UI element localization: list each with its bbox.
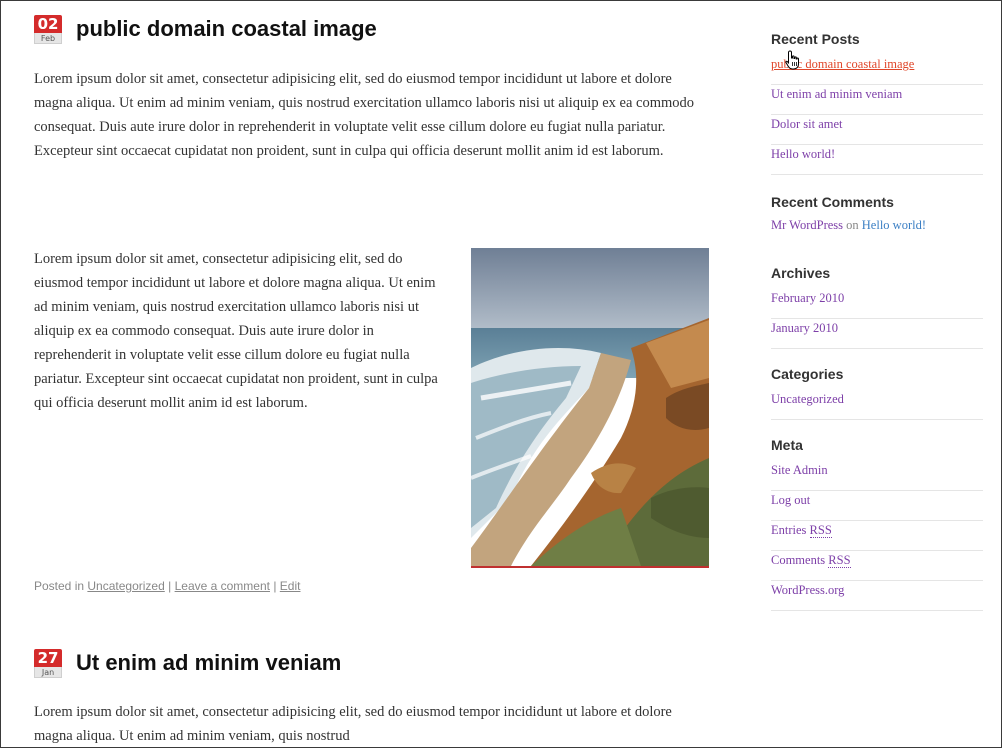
comments-rss-link[interactable]: Comments RSS [771,553,851,568]
date-badge: 02 Feb [34,15,64,44]
post-paragraph: Lorem ipsum dolor sit amet, consectetur … [34,251,438,411]
comment-author-link[interactable]: Mr WordPress [771,218,843,232]
date-day: 02 [34,15,62,33]
comment-post-link[interactable]: Hello world! [862,218,926,232]
list-item: public domain coastal image [771,55,983,85]
list-item: January 2010 [771,319,983,349]
list-item: Entries RSS [771,521,983,551]
post-title[interactable]: Ut enim ad minim veniam [76,651,341,675]
log-out-link[interactable]: Log out [771,493,810,507]
archive-link[interactable]: February 2010 [771,291,844,305]
category-link[interactable]: Uncategorized [771,392,844,406]
recent-post-link[interactable]: Hello world! [771,147,835,161]
list-item: WordPress.org [771,581,983,611]
date-month: Feb [34,33,62,44]
list-item: Uncategorized [771,390,983,420]
categories-list: Uncategorized [771,390,983,420]
rss-abbr: RSS [809,523,832,538]
list-item: Log out [771,491,983,521]
meta-separator: | [168,579,172,593]
widget-title-recent-posts: Recent Posts [771,31,860,47]
category-link[interactable]: Uncategorized [87,579,164,593]
list-item: Comments RSS [771,551,983,581]
date-month: Jan [34,667,62,678]
wordpress-org-link[interactable]: WordPress.org [771,583,844,597]
recent-posts-list: public domain coastal image Ut enim ad m… [771,55,983,175]
leave-comment-link[interactable]: Leave a comment [175,579,270,593]
post-meta: Posted in Uncategorized | Leave a commen… [34,579,300,593]
list-item: Ut enim ad minim veniam [771,85,983,115]
widget-title-categories: Categories [771,366,844,382]
hand-pointer-icon [785,50,801,74]
comments-label: Comments [771,553,826,567]
site-admin-link[interactable]: Site Admin [771,463,828,477]
rss-abbr: RSS [828,553,851,568]
post-title[interactable]: public domain coastal image [76,17,377,41]
archives-list: February 2010 January 2010 [771,289,983,349]
widget-title-recent-comments: Recent Comments [771,194,894,210]
list-item: Site Admin [771,461,983,491]
entries-rss-link[interactable]: Entries RSS [771,523,832,538]
coastal-image [471,248,709,568]
edit-link[interactable]: Edit [280,579,301,593]
list-item: February 2010 [771,289,983,319]
recent-post-link[interactable]: Ut enim ad minim veniam [771,87,902,101]
archive-link[interactable]: January 2010 [771,321,838,335]
posted-in-label: Posted in [34,579,85,593]
post-paragraph: Lorem ipsum dolor sit amet, consectetur … [34,704,672,744]
recent-post-link[interactable]: Dolor sit amet [771,117,843,131]
comment-on-label: on [846,218,859,232]
widget-title-archives: Archives [771,265,831,281]
date-badge: 27 Jan [34,649,64,678]
meta-list: Site Admin Log out Entries RSS Comments … [771,461,983,611]
recent-comment: Mr WordPress on Hello world! [771,218,926,233]
date-day: 27 [34,649,62,667]
meta-separator: | [273,579,277,593]
widget-title-meta: Meta [771,437,803,453]
post-header: 27 Jan Ut enim ad minim veniam [34,649,634,689]
entries-label: Entries [771,523,807,537]
post-header: 02 Feb public domain coastal image [34,15,634,55]
post-paragraph: Lorem ipsum dolor sit amet, consectetur … [34,71,695,159]
list-item: Hello world! [771,145,983,175]
list-item: Dolor sit amet [771,115,983,145]
